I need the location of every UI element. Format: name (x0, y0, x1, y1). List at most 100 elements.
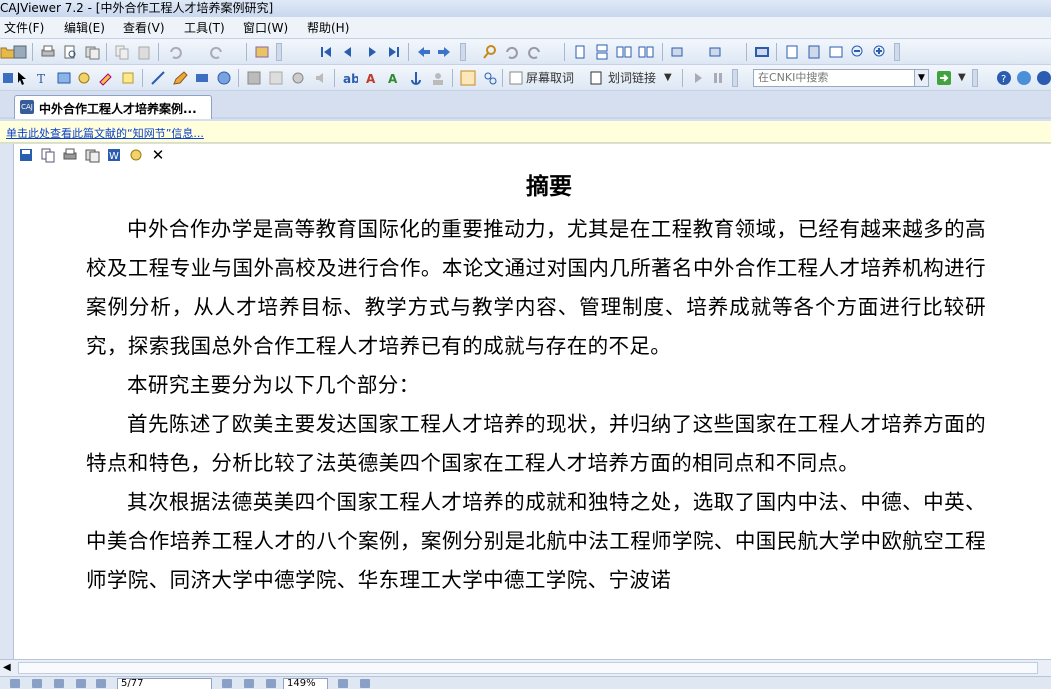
paste-icon[interactable] (136, 44, 152, 60)
fit-width-icon[interactable] (828, 44, 844, 60)
ellipse-icon[interactable] (216, 70, 232, 86)
last-page-icon[interactable] (244, 679, 254, 688)
chevron-down-icon[interactable]: ▼ (664, 70, 672, 86)
zoom-in-icon[interactable] (338, 679, 348, 688)
redo-icon[interactable] (208, 44, 224, 60)
menu-file[interactable]: 文件(F) (4, 20, 44, 36)
play-icon[interactable] (690, 70, 706, 86)
single-page-icon[interactable] (572, 44, 588, 60)
scroll-left-icon[interactable]: ◀ (3, 662, 11, 673)
copy-icon[interactable] (114, 44, 130, 60)
knowledge-link-icon[interactable] (482, 70, 498, 86)
search-options-icon[interactable]: ▼ (958, 70, 966, 86)
menu-window[interactable]: 窗口(W) (243, 20, 288, 36)
horizontal-scrollbar[interactable]: ◀ (0, 659, 1051, 676)
zoom-out-icon[interactable] (850, 44, 866, 60)
svg-text:?: ? (1001, 74, 1006, 85)
select-arrow-icon[interactable] (14, 70, 30, 86)
sidebar-strip[interactable] (0, 144, 14, 659)
tab-document[interactable]: CAJ 中外合作工程人才培养案例... (14, 95, 212, 119)
stamp-icon[interactable] (268, 70, 284, 86)
copy-page-icon[interactable] (84, 44, 100, 60)
save-icon[interactable] (12, 44, 28, 60)
search-dropdown-icon[interactable]: ▼ (914, 70, 928, 86)
text-select-icon[interactable]: T (36, 70, 52, 86)
screen-word-icon[interactable] (508, 70, 524, 86)
ocr-icon[interactable] (76, 70, 92, 86)
scroll-thumb[interactable] (18, 662, 1038, 674)
word-export-icon[interactable]: W (106, 147, 122, 163)
print-icon[interactable] (62, 147, 78, 163)
info-icon[interactable] (1036, 70, 1051, 86)
close-icon[interactable]: ✕ (150, 147, 166, 163)
fullscreen-icon[interactable] (754, 44, 770, 60)
view-mode-icon[interactable] (54, 679, 64, 688)
save-icon[interactable] (18, 147, 34, 163)
underline-icon[interactable]: A (386, 70, 402, 86)
view-mode-icon[interactable] (10, 679, 20, 688)
view-mode-icon[interactable] (32, 679, 42, 688)
prev-page-icon[interactable] (340, 44, 356, 60)
user-icon[interactable] (430, 70, 446, 86)
svg-text:W: W (109, 151, 119, 162)
continuous-page-icon[interactable] (594, 44, 610, 60)
copy-icon[interactable] (40, 147, 56, 163)
next-page-icon[interactable] (364, 44, 380, 60)
anchor-icon[interactable] (408, 70, 424, 86)
document-view[interactable]: W ✕ 摘要 中外合作办学是高等教育国际化的重要推动力，尤其是在工程教育领域，已… (0, 144, 1051, 659)
rectangle-icon[interactable] (194, 70, 210, 86)
zoom-out-icon[interactable] (266, 679, 276, 688)
print-preview-icon[interactable] (62, 44, 78, 60)
search-go-icon[interactable] (936, 70, 952, 86)
menu-view[interactable]: 查看(V) (123, 20, 165, 36)
ocr-icon[interactable] (128, 147, 144, 163)
first-page-icon[interactable] (318, 44, 334, 60)
note-icon[interactable] (120, 70, 136, 86)
menu-tools[interactable]: 工具(T) (184, 20, 225, 36)
forward-icon[interactable] (436, 44, 452, 60)
tab-label: 中外合作工程人才培养案例... (39, 102, 197, 116)
page-number-field[interactable]: 5/77 (117, 678, 212, 689)
line-icon[interactable] (150, 70, 166, 86)
menu-edit[interactable]: 编辑(E) (64, 20, 105, 36)
properties-icon[interactable] (254, 44, 270, 60)
cnki-search-input[interactable]: 在CNKI中搜索 ▼ (753, 69, 929, 87)
hand-tool-icon[interactable] (360, 679, 370, 688)
back-icon[interactable] (416, 44, 432, 60)
next-page-icon[interactable] (222, 679, 232, 688)
layout-icon[interactable] (708, 44, 724, 60)
highlight-text-icon[interactable]: ab (342, 70, 358, 86)
fit-page-icon[interactable] (806, 44, 822, 60)
globe-icon[interactable] (1016, 70, 1032, 86)
continuous-facing-icon[interactable] (638, 44, 654, 60)
menu-help[interactable]: 帮助(H) (307, 20, 349, 36)
pause-icon[interactable] (710, 70, 726, 86)
facing-pages-icon[interactable] (616, 44, 632, 60)
eraser-icon[interactable] (246, 70, 262, 86)
undo-icon[interactable] (168, 44, 184, 60)
pages-icon[interactable] (84, 147, 100, 163)
rotate-icon[interactable] (670, 44, 686, 60)
highlight-icon[interactable] (98, 70, 114, 86)
screen-word-button[interactable]: 屏幕取词 (526, 70, 574, 86)
find-next-icon[interactable] (526, 44, 542, 60)
last-page-icon[interactable] (386, 44, 402, 60)
strikeout-icon[interactable]: A (364, 70, 380, 86)
find-icon[interactable] (482, 44, 498, 60)
first-page-icon[interactable] (76, 679, 86, 688)
pencil-icon[interactable] (172, 70, 188, 86)
gear-icon[interactable] (290, 70, 306, 86)
zoom-level-field[interactable]: 149% (283, 678, 328, 689)
actual-size-icon[interactable] (784, 44, 800, 60)
sound-icon[interactable] (312, 70, 328, 86)
help-icon[interactable]: ? (996, 70, 1012, 86)
find-prev-icon[interactable] (504, 44, 520, 60)
image-select-icon[interactable] (56, 70, 72, 86)
prev-page-icon[interactable] (96, 679, 106, 688)
zoom-in-icon[interactable] (872, 44, 888, 60)
word-link-icon[interactable] (588, 70, 604, 86)
word-link-button[interactable]: 划词链接 (608, 70, 656, 86)
annotation-toggle-icon[interactable] (460, 70, 476, 86)
print-icon[interactable] (40, 44, 56, 60)
knowledge-node-link[interactable]: 单击此处查看此篇文献的“知网节”信息... (6, 125, 204, 141)
